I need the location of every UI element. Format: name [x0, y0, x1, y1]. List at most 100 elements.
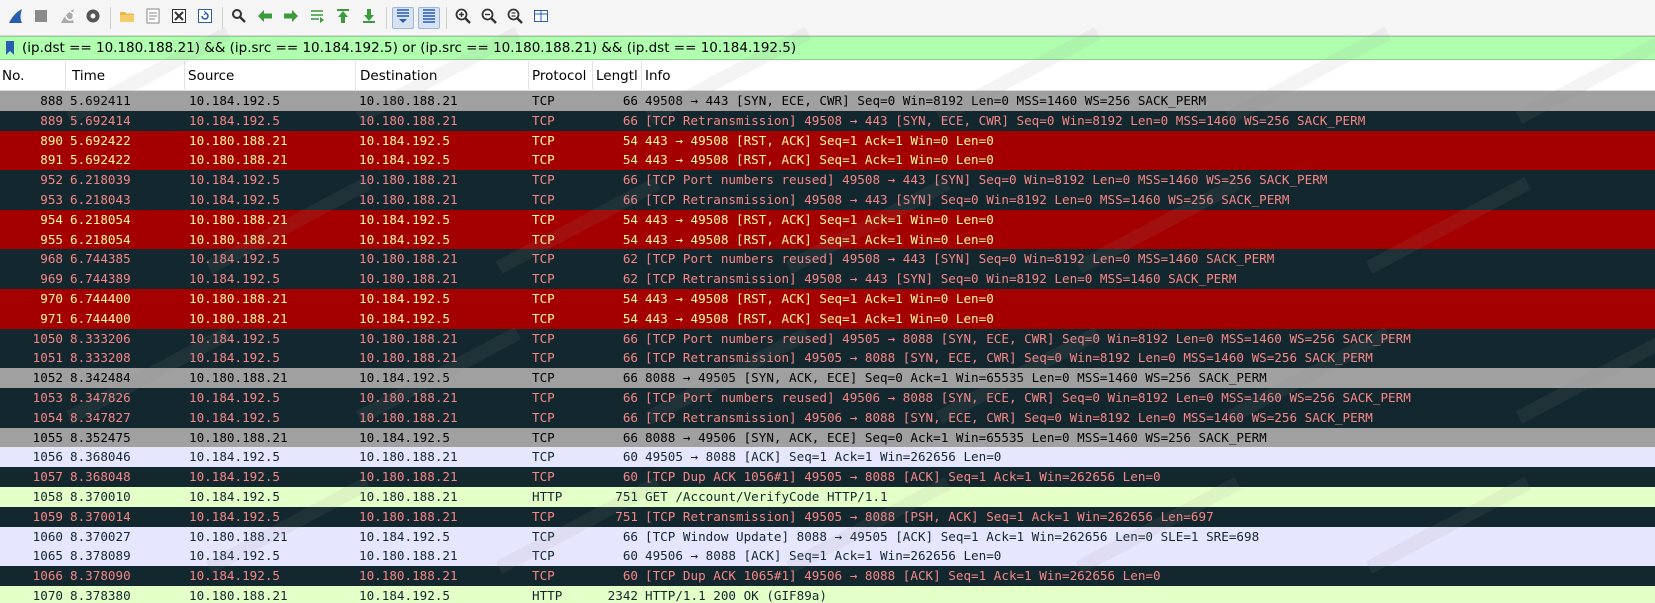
go-first-packet-button[interactable] — [332, 7, 354, 29]
packet-length: 66 — [622, 191, 638, 207]
packet-row[interactable]: 1056 8.368046 10.184.192.5 10.180.188.21 TCP… — [0, 447, 1655, 468]
packet-row[interactable]: 888 5.692411 10.184.192.5 10.180.188.21 TCP 6… — [0, 91, 1655, 111]
packet-source: 10.184.192.5 — [189, 389, 280, 405]
packet-time: 6.744385 — [70, 251, 131, 267]
packet-destination: 10.184.192.5 — [359, 290, 450, 306]
packet-destination: 10.180.188.21 — [359, 350, 458, 366]
stop-capture-button[interactable] — [30, 7, 52, 29]
packet-destination: 10.180.188.21 — [359, 568, 458, 584]
autoscroll-button[interactable] — [392, 6, 414, 29]
packet-row[interactable]: 1051 8.333208 10.184.192.5 10.180.188.21 TCP… — [0, 348, 1655, 369]
capture-options-button[interactable] — [82, 7, 104, 29]
go-back-button[interactable] — [254, 7, 276, 29]
packet-destination: 10.184.192.5 — [359, 587, 450, 603]
packet-info: GET /Account/VerifyCode HTTP/1.1 — [645, 488, 888, 504]
column-header-length[interactable]: Lengtl — [594, 61, 642, 91]
packet-row[interactable]: 954 6.218054 10.180.188.21 10.184.192.5 TCP 5… — [0, 209, 1655, 230]
packet-row[interactable]: 1052 8.342484 10.180.188.21 10.184.192.5 TCP… — [0, 368, 1655, 388]
packet-destination: 10.184.192.5 — [359, 429, 450, 445]
save-file-button[interactable] — [142, 7, 164, 29]
packet-row[interactable]: 889 5.692414 10.184.192.5 10.180.188.21 TCP 6… — [0, 110, 1655, 131]
toolbar-separator — [446, 6, 447, 29]
packet-row[interactable]: 1055 8.352475 10.180.188.21 10.184.192.5 TCP… — [0, 427, 1655, 448]
packet-number: 888 — [40, 93, 63, 108]
display-filter-input[interactable] — [20, 37, 1655, 59]
packet-protocol: TCP — [532, 310, 555, 326]
packet-row[interactable]: 971 6.744400 10.180.188.21 10.184.192.5 TCP 5… — [0, 308, 1655, 329]
packet-row[interactable]: 955 6.218054 10.180.188.21 10.184.192.5 TCP 5… — [0, 229, 1655, 250]
packet-row[interactable]: 1050 8.333206 10.184.192.5 10.180.188.21 TCP… — [0, 328, 1655, 349]
packet-number: 1054 — [32, 409, 63, 425]
packet-row[interactable]: 890 5.692422 10.180.188.21 10.184.192.5 TCP 5… — [0, 130, 1655, 151]
packet-row[interactable]: 1060 8.370027 10.180.188.21 10.184.192.5 TCP… — [0, 526, 1655, 547]
packet-row[interactable]: 1057 8.368048 10.184.192.5 10.180.188.21 TCP… — [0, 467, 1655, 487]
packet-source: 10.184.192.5 — [189, 251, 280, 267]
packet-source: 10.180.188.21 — [189, 211, 288, 227]
column-header-source[interactable]: Source — [186, 61, 356, 91]
reload-file-button[interactable] — [194, 7, 216, 29]
filter-bookmark-icon[interactable] — [0, 37, 20, 59]
packet-info: 443 → 49508 [RST, ACK] Seq=1 Ack=1 Win=0… — [645, 132, 994, 148]
packet-row[interactable]: 1054 8.347827 10.184.192.5 10.180.188.21 TCP… — [0, 407, 1655, 428]
packet-length: 62 — [622, 251, 638, 267]
go-to-packet-button[interactable] — [306, 7, 328, 29]
go-forward-button[interactable] — [280, 7, 302, 29]
column-header-destination[interactable]: Destination — [358, 61, 529, 91]
packet-row[interactable]: 969 6.744389 10.184.192.5 10.180.188.21 TCP 6… — [0, 269, 1655, 289]
column-header-info[interactable]: Info — [643, 61, 1655, 91]
packet-info: 443 → 49508 [RST, ACK] Seq=1 Ack=1 Win=0… — [645, 290, 994, 306]
packet-row[interactable]: 952 6.218039 10.184.192.5 10.180.188.21 TCP 6… — [0, 170, 1655, 190]
packet-row[interactable]: 968 6.744385 10.184.192.5 10.180.188.21 TCP 6… — [0, 249, 1655, 270]
restart-capture-button[interactable] — [56, 7, 78, 29]
toolbar-separator — [222, 6, 223, 29]
packet-destination: 10.184.192.5 — [359, 132, 450, 148]
go-to-packet-icon — [308, 7, 326, 29]
packet-length: 60 — [622, 568, 638, 584]
close-file-button[interactable] — [168, 7, 190, 29]
packet-protocol: TCP — [532, 172, 555, 188]
zoom-in-button[interactable] — [452, 7, 474, 29]
packet-row[interactable]: 953 6.218043 10.184.192.5 10.180.188.21 TCP 6… — [0, 189, 1655, 210]
open-file-button[interactable] — [116, 7, 138, 29]
go-last-packet-button[interactable] — [358, 7, 380, 29]
packet-row[interactable]: 1058 8.370010 10.184.192.5 10.180.188.21 HTT… — [0, 486, 1655, 507]
packet-row[interactable]: 1065 8.378089 10.184.192.5 10.180.188.21 TCP… — [0, 546, 1655, 567]
packet-length: 66 — [622, 409, 638, 425]
stop-capture-icon — [32, 7, 50, 29]
packet-row[interactable]: 1070 8.378380 10.180.188.21 10.184.192.5 HTT… — [0, 585, 1655, 603]
packet-destination: 10.180.188.21 — [359, 172, 458, 188]
packet-time: 5.692422 — [70, 152, 131, 168]
packet-source: 10.184.192.5 — [189, 469, 280, 485]
column-header-time[interactable]: Time — [70, 61, 185, 91]
packet-number: 954 — [40, 211, 63, 227]
packet-source: 10.184.192.5 — [189, 271, 280, 287]
packet-row[interactable]: 970 6.744400 10.180.188.21 10.184.192.5 TCP 5… — [0, 288, 1655, 309]
packet-destination: 10.184.192.5 — [359, 528, 450, 544]
packet-time: 8.370010 — [70, 488, 131, 504]
packet-length: 66 — [622, 370, 638, 386]
resize-columns-button[interactable] — [530, 7, 552, 29]
packet-length: 751 — [615, 488, 638, 504]
zoom-out-button[interactable] — [478, 7, 500, 29]
packet-source: 10.180.188.21 — [189, 290, 288, 306]
packet-list[interactable]: 888 5.692411 10.184.192.5 10.180.188.21 TCP 6… — [0, 91, 1655, 603]
packet-time: 8.347826 — [70, 389, 131, 405]
packet-source: 10.180.188.21 — [189, 152, 288, 168]
packet-length: 66 — [622, 93, 638, 108]
packet-row[interactable]: 1059 8.370014 10.184.192.5 10.180.188.21 TCP… — [0, 506, 1655, 527]
packet-info: [TCP Retransmission] 49508 → 443 [SYN, E… — [645, 112, 1366, 128]
packet-source: 10.184.192.5 — [189, 330, 280, 346]
packet-length: 66 — [622, 528, 638, 544]
column-header-protocol[interactable]: Protocol — [530, 61, 593, 91]
go-last-packet-icon — [360, 7, 378, 29]
packet-row[interactable]: 891 5.692422 10.180.188.21 10.184.192.5 TCP 5… — [0, 150, 1655, 171]
column-header-no[interactable]: No. — [0, 61, 66, 91]
zoom-normal-button[interactable] — [504, 7, 526, 29]
colorize-button[interactable] — [418, 6, 440, 29]
start-capture-button[interactable] — [4, 7, 26, 29]
packet-row[interactable]: 1053 8.347826 10.184.192.5 10.180.188.21 TCP… — [0, 387, 1655, 408]
find-packet-button[interactable] — [228, 7, 250, 29]
packet-time: 8.378090 — [70, 568, 131, 584]
zoom-out-icon — [480, 7, 498, 29]
packet-row[interactable]: 1066 8.378090 10.184.192.5 10.180.188.21 TCP… — [0, 566, 1655, 586]
